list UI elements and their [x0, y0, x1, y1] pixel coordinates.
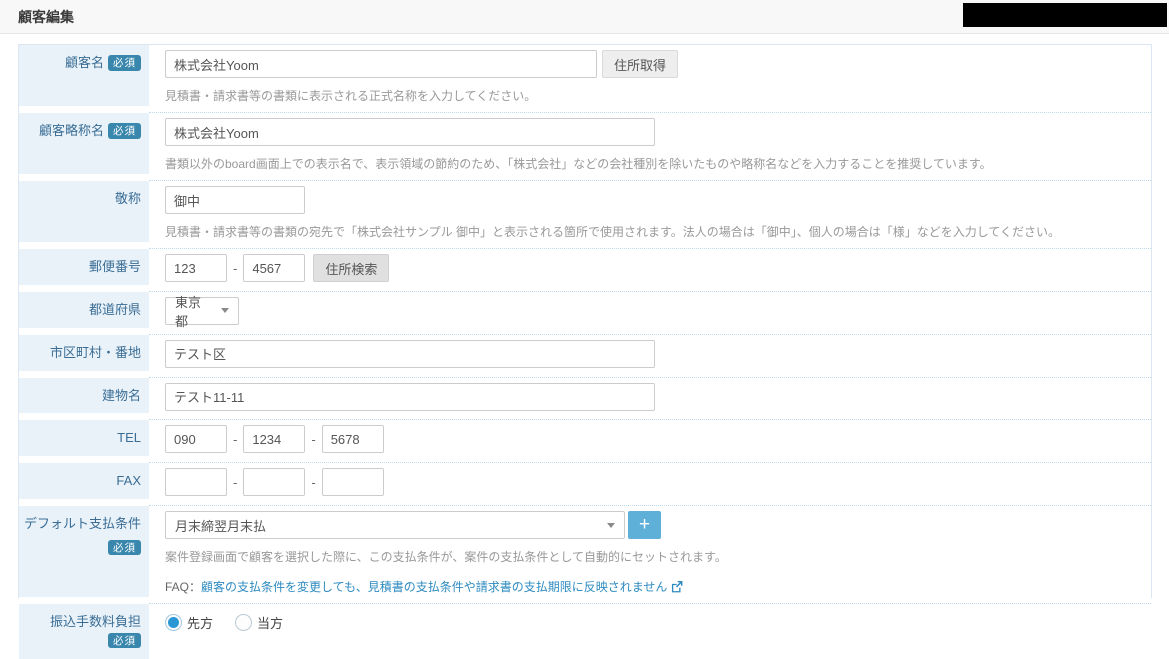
external-link-icon — [672, 581, 683, 593]
customer-short-name-input[interactable] — [165, 118, 655, 146]
transfer-fee-radio-group: 先方 当方 — [165, 609, 1141, 632]
fax-input-3[interactable] — [321, 468, 384, 497]
fax-label: FAX — [19, 463, 149, 500]
row-prefecture: 都道府県 東京都 — [19, 291, 1151, 335]
row-building: 建物名 — [19, 377, 1151, 421]
required-badge: 必須 — [108, 632, 141, 649]
row-customer-short-name: 顧客略称名必須 書類以外のboard画面上での表示名で、表示領域の節約のため、「… — [19, 113, 1151, 181]
tel-input-1[interactable] — [165, 425, 227, 454]
address-fetch-button[interactable]: 住所取得 — [602, 50, 679, 78]
add-payment-terms-button[interactable]: + — [628, 511, 661, 540]
transfer-fee-label: 振込手数料負担必須 — [19, 604, 149, 659]
fax-input-1[interactable] — [165, 468, 227, 497]
postal-code-label: 郵便番号 — [19, 249, 149, 285]
tel-label: TEL — [19, 420, 149, 457]
prefecture-select[interactable]: 東京都 — [165, 295, 239, 329]
row-city: 市区町村・番地 — [19, 334, 1151, 378]
radio-unselected-icon[interactable] — [235, 614, 253, 632]
city-label: 市区町村・番地 — [19, 334, 149, 371]
chevron-down-icon — [607, 522, 615, 528]
page-title: 顧客編集 — [18, 8, 74, 25]
honorific-help: 見積書・請求書等の書類の宛先で「株式会社サンプル 御中」と表示される箇所で使用さ… — [165, 225, 1061, 239]
row-transfer-fee: 振込手数料負担必須 先方 当方 — [19, 604, 1151, 659]
city-input[interactable] — [165, 339, 655, 368]
required-badge: 必須 — [108, 539, 141, 556]
payment-terms-faq: FAQ：顧客の支払条件を変更しても、見積書の支払条件や請求書の支払期限に反映され… — [165, 578, 1141, 595]
transfer-fee-option-other-party[interactable]: 先方 — [165, 613, 213, 632]
payment-terms-label: デフォルト支払条件 必須 — [19, 506, 149, 598]
redacted-area — [963, 3, 1167, 27]
page-header: 顧客編集 — [0, 0, 1169, 34]
payment-terms-select[interactable]: 月末締翌月末払 — [165, 511, 625, 540]
postal-code-input-2[interactable] — [243, 254, 306, 282]
payment-terms-select-value: 月末締翌月末払 — [175, 518, 267, 534]
fax-input-2[interactable] — [243, 468, 306, 497]
row-honorific: 敬称 見積書・請求書等の書類の宛先で「株式会社サンプル 御中」と表示される箇所で… — [19, 181, 1151, 249]
customer-short-name-help: 書類以外のboard画面上での表示名で、表示領域の節約のため、「株式会社」などの… — [165, 157, 992, 171]
tel-input-2[interactable] — [243, 425, 306, 454]
faq-link[interactable]: 顧客の支払条件を変更しても、見積書の支払条件や請求書の支払期限に反映されません — [201, 580, 683, 594]
customer-name-label: 顧客名 必須 — [19, 45, 149, 106]
row-payment-terms: デフォルト支払条件 必須 月末締翌月末払 + 案件登録画面で顧客を選択した際に、… — [19, 506, 1151, 605]
customer-name-input[interactable] — [165, 50, 597, 78]
row-tel: TEL - - — [19, 420, 1151, 464]
chevron-down-icon — [221, 308, 229, 314]
prefecture-label: 都道府県 — [19, 291, 149, 328]
customer-name-help: 見積書・請求書等の書類に表示される正式名称を入力してください。 — [165, 89, 537, 103]
building-input[interactable] — [165, 382, 655, 411]
honorific-input[interactable] — [165, 186, 305, 214]
payment-terms-help: 案件登録画面で顧客を選択した際に、この支払条件が、案件の支払条件として自動的にセ… — [165, 550, 727, 565]
row-postal-code: 郵便番号 - 住所検索 — [19, 249, 1151, 292]
transfer-fee-option-our-side[interactable]: 当方 — [235, 613, 283, 632]
radio-selected-icon[interactable] — [165, 614, 182, 632]
postal-code-input-1[interactable] — [165, 254, 227, 282]
prefecture-select-value: 東京都 — [175, 294, 202, 329]
building-label: 建物名 — [19, 377, 149, 414]
address-search-button[interactable]: 住所検索 — [313, 254, 390, 282]
customer-edit-form: 顧客名必須 住所取得 見積書・請求書等の書類に表示される正式名称を入力してくださ… — [18, 44, 1152, 659]
row-fax: FAX - - — [19, 463, 1151, 507]
required-badge: 必須 — [108, 55, 141, 71]
tel-input-3[interactable] — [321, 425, 384, 454]
row-customer-name: 顧客名必須 住所取得 見積書・請求書等の書類に表示される正式名称を入力してくださ… — [19, 45, 1151, 113]
customer-short-name-label: 顧客略称名 必須 — [19, 113, 149, 174]
required-badge: 必須 — [108, 123, 141, 139]
honorific-label: 敬称 — [19, 181, 149, 242]
